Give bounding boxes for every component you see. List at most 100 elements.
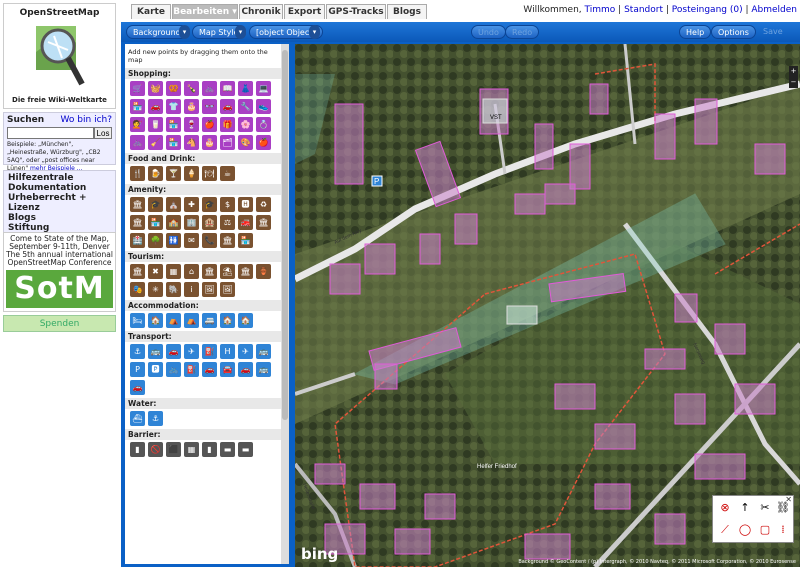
- merge-icon[interactable]: ⛓: [775, 500, 791, 516]
- save-button[interactable]: Save: [757, 25, 789, 39]
- palette-scrollbar[interactable]: [281, 44, 289, 564]
- poi-preset-icon[interactable]: 🚫: [148, 442, 163, 457]
- poi-preset-icon[interactable]: ✳: [148, 282, 163, 297]
- poi-preset-icon[interactable]: 🎂: [184, 99, 199, 114]
- tab-gps-traces[interactable]: GPS-Tracks: [326, 4, 386, 19]
- poi-preset-icon[interactable]: ▬: [220, 442, 235, 457]
- poi-preset-icon[interactable]: ▮: [130, 442, 145, 457]
- tab-blogs[interactable]: Blogs: [387, 4, 427, 19]
- poi-preset-icon[interactable]: ⬛: [166, 442, 181, 457]
- poi-preset-icon[interactable]: 🚗: [220, 99, 235, 114]
- poi-preset-icon[interactable]: 💇: [130, 117, 145, 132]
- split-icon[interactable]: ✂: [757, 500, 773, 516]
- link-docs[interactable]: Dokumentation: [8, 183, 111, 193]
- poi-preset-icon[interactable]: 🖼: [202, 282, 217, 297]
- poi-preset-icon[interactable]: ✖: [148, 264, 163, 279]
- options-button[interactable]: Options: [711, 25, 756, 39]
- poi-preset-icon[interactable]: 🖼: [220, 282, 235, 297]
- poi-preset-icon[interactable]: 📞: [202, 233, 217, 248]
- poi-preset-icon[interactable]: 🚌: [256, 362, 271, 377]
- poi-preset-icon[interactable]: 🍴: [130, 166, 145, 181]
- poi-preset-icon[interactable]: 🅿: [148, 362, 163, 377]
- search-button[interactable]: Los: [94, 127, 112, 139]
- osm-logo[interactable]: OpenStreetMap Die freie Wiki-Weltkarte: [3, 3, 116, 109]
- poi-preset-icon[interactable]: 🚗: [148, 99, 163, 114]
- poi-preset-icon[interactable]: ⚓: [148, 411, 163, 426]
- poi-preset-icon[interactable]: ⛺: [184, 313, 199, 328]
- poi-preset-icon[interactable]: ⛴: [130, 411, 145, 426]
- poi-preset-icon[interactable]: P: [130, 362, 145, 377]
- poi-preset-icon[interactable]: 🚗: [166, 344, 181, 359]
- poi-preset-icon[interactable]: 🍎: [202, 117, 217, 132]
- poi-preset-icon[interactable]: 🍦: [184, 166, 199, 181]
- link-blogs[interactable]: Blogs: [8, 213, 111, 223]
- poi-preset-icon[interactable]: 🏨: [202, 215, 217, 230]
- map-canvas[interactable]: VST Helfer Friedhof Auf dem Kley Nersewe…: [295, 44, 800, 567]
- poi-preset-icon[interactable]: 🚲: [166, 362, 181, 377]
- poi-preset-icon[interactable]: i: [184, 282, 199, 297]
- link-copyright[interactable]: Urheberrecht + Lizenz: [8, 193, 111, 213]
- poi-preset-icon[interactable]: 🏺: [256, 264, 271, 279]
- poi-preset-icon[interactable]: ⛺: [166, 313, 181, 328]
- poi-preset-icon[interactable]: ✈: [184, 344, 199, 359]
- poi-preset-icon[interactable]: ⚖: [220, 215, 235, 230]
- poi-preset-icon[interactable]: 🐴: [184, 135, 199, 150]
- poi-preset-icon[interactable]: 👕: [166, 99, 181, 114]
- poi-preset-icon[interactable]: 🏪: [166, 135, 181, 150]
- poi-preset-icon[interactable]: 🚌: [256, 344, 271, 359]
- poi-preset-icon[interactable]: 🍸: [166, 166, 181, 181]
- poi-preset-icon[interactable]: 🍺: [148, 166, 163, 181]
- poi-preset-icon[interactable]: 🏛: [220, 233, 235, 248]
- poi-preset-icon[interactable]: $: [220, 197, 235, 212]
- poi-preset-icon[interactable]: 🧺: [148, 81, 163, 96]
- poi-preset-icon[interactable]: 🥨: [166, 81, 181, 96]
- poi-preset-icon[interactable]: 🏛: [238, 264, 253, 279]
- poi-preset-icon[interactable]: 🎨: [238, 135, 253, 150]
- inbox-link[interactable]: Posteingang (0): [672, 5, 743, 15]
- poi-preset-icon[interactable]: ▮: [202, 442, 217, 457]
- tab-history[interactable]: Chronik: [239, 4, 283, 19]
- poi-preset-icon[interactable]: 🐘: [166, 282, 181, 297]
- poi-preset-icon[interactable]: 🥛: [148, 117, 163, 132]
- search-input[interactable]: [7, 127, 94, 139]
- logout-link[interactable]: Abmelden: [751, 5, 797, 15]
- poi-preset-icon[interactable]: 🛒: [130, 81, 145, 96]
- poi-preset-icon[interactable]: ▬: [238, 442, 253, 457]
- poi-preset-icon[interactable]: 🏪: [238, 233, 253, 248]
- poi-preset-icon[interactable]: 🎁: [220, 117, 235, 132]
- poi-preset-icon[interactable]: ⌂: [184, 264, 199, 279]
- poi-preset-icon[interactable]: 👟: [256, 99, 271, 114]
- orthogonalise-icon[interactable]: ▢: [757, 522, 773, 538]
- poi-preset-icon[interactable]: ⚓: [130, 344, 145, 359]
- poi-preset-icon[interactable]: 💻: [256, 81, 271, 96]
- sotm-banner[interactable]: Come to State of the Map, September 9-11…: [3, 232, 116, 312]
- poi-preset-icon[interactable]: 🚒: [238, 215, 253, 230]
- donate-button[interactable]: Spenden: [3, 315, 116, 332]
- poi-preset-icon[interactable]: 🏠: [238, 313, 253, 328]
- poi-preset-icon[interactable]: 🏠: [220, 313, 235, 328]
- poi-preset-icon[interactable]: 🚗: [238, 362, 253, 377]
- poi-preset-icon[interactable]: 🍎: [256, 135, 271, 150]
- delete-icon[interactable]: ⊗: [717, 500, 733, 516]
- poi-preset-icon[interactable]: 🚲: [202, 81, 217, 96]
- poi-preset-icon[interactable]: ⛪: [166, 197, 181, 212]
- tab-map[interactable]: Karte: [131, 4, 171, 19]
- poi-preset-icon[interactable]: 🚗: [202, 362, 217, 377]
- poi-preset-icon[interactable]: ⛱: [220, 264, 235, 279]
- poi-preset-icon[interactable]: 🎓: [202, 197, 217, 212]
- poi-preset-icon[interactable]: 🚌: [148, 344, 163, 359]
- poi-preset-icon[interactable]: 👓: [202, 99, 217, 114]
- poi-preset-icon[interactable]: 🏛: [130, 197, 145, 212]
- poi-preset-icon[interactable]: H: [220, 344, 235, 359]
- poi-preset-icon[interactable]: 🏪: [166, 117, 181, 132]
- poi-preset-icon[interactable]: 🅷: [238, 197, 253, 212]
- poi-preset-icon[interactable]: 🌳: [148, 233, 163, 248]
- poi-preset-icon[interactable]: 🏛: [202, 264, 217, 279]
- poi-preset-icon[interactable]: 🚲: [130, 135, 145, 150]
- poi-preset-icon[interactable]: 💍: [256, 117, 271, 132]
- poi-preset-icon[interactable]: 🎂: [202, 135, 217, 150]
- parallel-icon[interactable]: ⁞: [775, 522, 791, 538]
- help-button[interactable]: Help: [679, 25, 712, 39]
- poi-preset-icon[interactable]: 🍽: [202, 166, 217, 181]
- poi-preset-icon[interactable]: 🏛: [130, 215, 145, 230]
